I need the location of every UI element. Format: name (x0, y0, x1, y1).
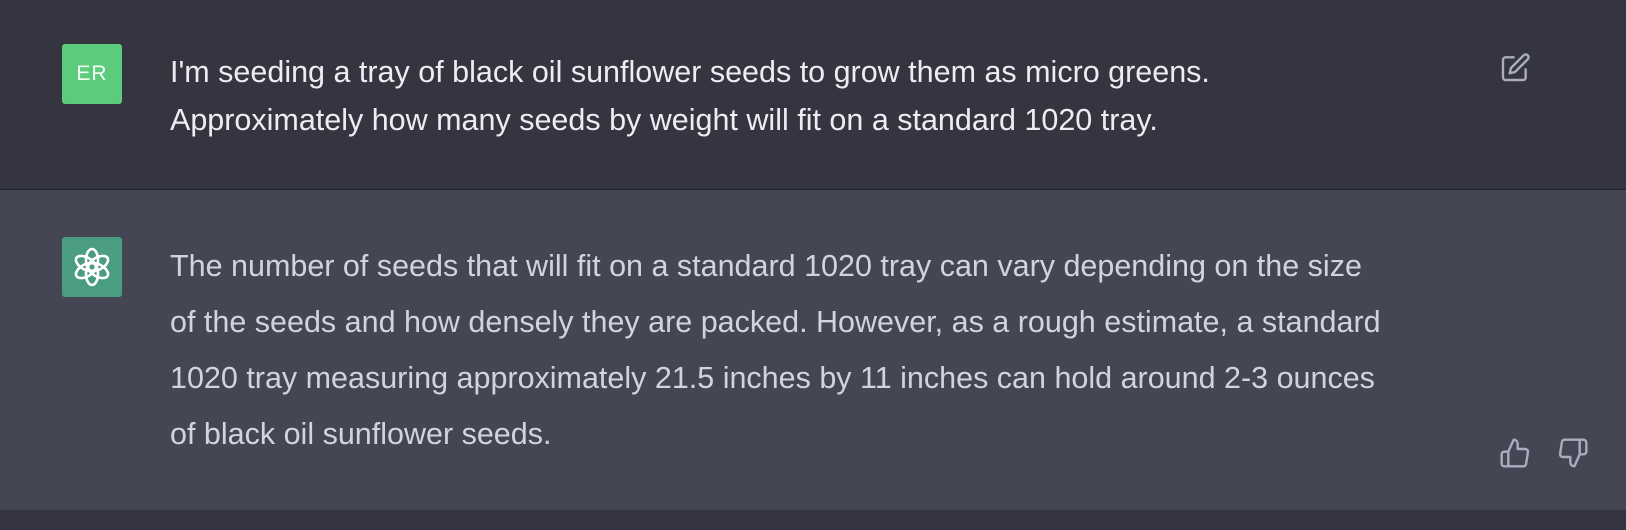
assistant-message-line: The number of seeds that will fit on a s… (170, 249, 1362, 283)
edit-message-button[interactable] (1495, 48, 1535, 88)
user-message-line: Approximately how many seeds by weight w… (170, 103, 1158, 137)
user-avatar: ER (62, 44, 122, 104)
assistant-message-text: The number of seeds that will fit on a s… (170, 238, 1460, 462)
thumbs-up-icon (1500, 438, 1530, 468)
assistant-message-line: of the seeds and how densely they are pa… (170, 305, 1381, 339)
user-message-line: I'm seeding a tray of black oil sunflowe… (170, 55, 1210, 89)
assistant-message: The number of seeds that will fit on a s… (0, 190, 1626, 510)
thumbs-down-button[interactable] (1553, 433, 1593, 473)
thumbs-down-icon (1558, 438, 1588, 468)
user-avatar-initials: ER (76, 62, 108, 85)
user-message: ER I'm seeding a tray of black oil sunfl… (0, 0, 1626, 190)
user-message-text: I'm seeding a tray of black oil sunflowe… (170, 48, 1460, 144)
assistant-avatar (62, 237, 122, 297)
thumbs-up-button[interactable] (1495, 433, 1535, 473)
assistant-message-line: of black oil sunflower seeds. (170, 417, 552, 451)
openai-logo-icon (74, 247, 110, 287)
assistant-message-line: 1020 tray measuring approximately 21.5 i… (170, 361, 1375, 395)
bottom-divider (0, 510, 1626, 530)
edit-icon (1501, 53, 1530, 82)
chat-thread: ER I'm seeding a tray of black oil sunfl… (0, 0, 1626, 530)
